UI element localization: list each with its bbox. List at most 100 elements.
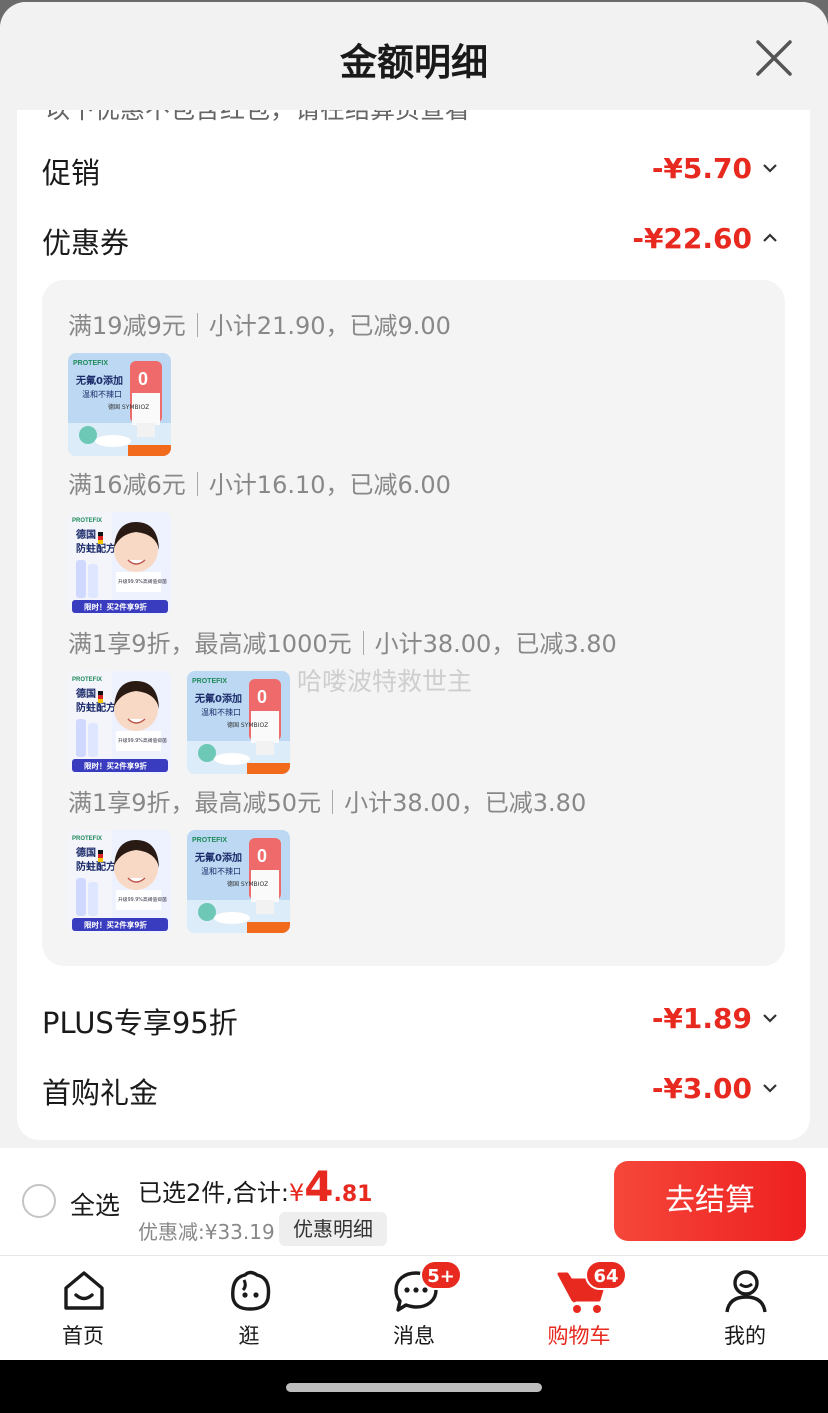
amount-detail-sheet: 金额明细 以下优惠不包含红包，请在结算页查看 促销 -¥5.70 优惠券 -¥2… <box>0 2 828 1258</box>
svg-text:PROTEFIX: PROTEFIX <box>72 836 102 842</box>
product-thumb-kids[interactable]: PROTEFIX 德国 防蛀配方 升级99.9%高阀值抑菌 限时！买2件享9折 <box>68 830 171 933</box>
svg-text:防蛀配方: 防蛀配方 <box>76 701 116 714</box>
svg-text:无氟0添加: 无氟0添加 <box>75 374 123 387</box>
coupon-detail: 小计21.90，已减9.00 <box>208 312 451 340</box>
plus-discount-row[interactable]: PLUS专享95折 -¥1.89 <box>17 988 810 1048</box>
select-all-radio[interactable] <box>22 1184 56 1218</box>
select-all-label[interactable]: 全选 <box>70 1186 120 1222</box>
coupon-line: 满19减9元 小计21.90，已减9.00 <box>68 306 451 341</box>
coupon-detail: 小计38.00，已减3.80 <box>344 789 587 817</box>
svg-text:PROTEFIX: PROTEFIX <box>192 837 227 844</box>
discount-total: 优惠减:¥33.19 <box>138 1220 275 1244</box>
divider <box>196 313 198 337</box>
detail-card: 以下优惠不包含红包，请在结算页查看 促销 -¥5.70 优惠券 -¥22.60 … <box>17 62 810 1140</box>
svg-text:0: 0 <box>257 687 267 707</box>
promotion-amount: -¥5.70 <box>651 152 752 185</box>
plus-discount-label: PLUS专享95折 <box>42 1006 238 1040</box>
product-thumb-toothpaste[interactable]: PROTEFIX 无氟0添加 温和不辣口 0 德国 SYMBIOZ <box>68 353 171 456</box>
tab-profile[interactable]: 我的 <box>685 1256 805 1361</box>
coupon-line: 满16减6元 小计16.10，已减6.00 <box>68 465 451 500</box>
tab-messages[interactable]: 5+ 消息 <box>354 1256 474 1361</box>
total-integer: 4 <box>304 1162 334 1211</box>
svg-text:防蛀配方: 防蛀配方 <box>76 860 116 873</box>
checkout-bar: 全选 已选2件,合计:¥4.81 优惠减:¥33.19 优惠明细 去结算 <box>0 1148 828 1255</box>
coupon-amount: -¥22.60 <box>632 222 752 255</box>
coupon-detail: 小计38.00，已减3.80 <box>374 630 617 658</box>
total-decimal: .81 <box>333 1182 373 1207</box>
close-icon <box>756 40 792 76</box>
svg-text:升级99.9%高阀值抑菌: 升级99.9%高阀值抑菌 <box>118 737 167 744</box>
svg-text:PROTEFIX: PROTEFIX <box>72 677 102 683</box>
tab-home-label: 首页 <box>62 1324 104 1348</box>
svg-text:德国 SYMBIOZ: 德国 SYMBIOZ <box>227 880 268 888</box>
svg-text:温和不辣口: 温和不辣口 <box>201 866 241 876</box>
svg-text:限时！买2件享9折: 限时！买2件享9折 <box>84 920 147 930</box>
watermark: 哈喽波特救世主 <box>297 667 473 696</box>
product-thumb-toothpaste[interactable]: PROTEFIX 无氟0添加 温和不辣口 0 德国 SYMBIOZ <box>187 830 290 933</box>
chevron-up-icon <box>763 233 777 242</box>
first-purchase-amount: -¥3.00 <box>651 1072 752 1105</box>
svg-text:限时！买2件享9折: 限时！买2件享9折 <box>84 761 147 771</box>
divider <box>332 790 334 814</box>
promotion-label: 促销 <box>42 156 101 190</box>
message-badge: 5+ <box>420 1260 462 1290</box>
coupon-row[interactable]: 优惠券 -¥22.60 <box>17 208 810 268</box>
product-thumb-kids[interactable]: PROTEFIX 德国 防蛀配方 升级99.9%高阀值抑菌 限时！买2件享9折 <box>68 512 171 615</box>
total-summary: 已选2件,合计:¥4.81 <box>138 1162 372 1211</box>
svg-text:防蛀配方: 防蛀配方 <box>76 542 116 555</box>
tab-profile-label: 我的 <box>724 1324 766 1348</box>
svg-text:PROTEFIX: PROTEFIX <box>73 360 108 367</box>
svg-text:德国: 德国 <box>75 846 96 859</box>
product-thumb-kids[interactable]: PROTEFIX 德国 防蛀配方 升级99.9%高阀值抑菌 限时！买2件享9折 <box>68 671 171 774</box>
first-purchase-label: 首购礼金 <box>42 1076 159 1110</box>
bottom-tab-bar: 首页 逛 5+ 消息 64 购物车 我的 <box>0 1255 828 1360</box>
tab-home[interactable]: 首页 <box>23 1256 143 1361</box>
svg-text:无氟0添加: 无氟0添加 <box>194 692 242 705</box>
discount-detail-button[interactable]: 优惠明细 <box>279 1212 387 1246</box>
coupon-rule: 满19减9元 <box>68 312 186 340</box>
coupon-line: 满1享9折，最高减50元 小计38.00，已减3.80 <box>68 783 586 818</box>
browse-face-icon <box>231 1270 271 1311</box>
svg-text:0: 0 <box>257 846 267 866</box>
svg-text:德国 SYMBIOZ: 德国 SYMBIOZ <box>227 721 268 729</box>
tab-browse-label: 逛 <box>238 1324 260 1348</box>
tab-cart-label: 购物车 <box>547 1324 611 1348</box>
coupon-label: 优惠券 <box>42 226 130 260</box>
svg-text:0: 0 <box>138 369 148 389</box>
coupon-breakdown: 满19减9元 小计21.90，已减9.00 PROTEFIX 无氟0添加 温和不辣… <box>42 280 785 966</box>
plus-discount-amount: -¥1.89 <box>651 1002 752 1035</box>
svg-text:PROTEFIX: PROTEFIX <box>72 518 102 524</box>
coupon-detail: 小计16.10，已减6.00 <box>208 471 451 499</box>
svg-text:温和不辣口: 温和不辣口 <box>201 707 241 717</box>
svg-text:德国: 德国 <box>75 528 96 541</box>
profile-icon <box>725 1270 767 1313</box>
divider <box>362 631 364 655</box>
divider <box>196 472 198 496</box>
tab-browse[interactable]: 逛 <box>189 1256 309 1361</box>
sheet-header: 金额明细 <box>0 2 828 110</box>
coupon-rule: 满1享9折，最高减1000元 <box>68 630 352 658</box>
coupon-rule: 满16减6元 <box>68 471 186 499</box>
tab-messages-label: 消息 <box>393 1324 435 1348</box>
home-icon <box>64 1271 104 1310</box>
svg-text:限时！买2件享9折: 限时！买2件享9折 <box>84 602 147 612</box>
close-button[interactable] <box>750 34 798 82</box>
product-thumb-toothpaste[interactable]: PROTEFIX 无氟0添加 温和不辣口 0 德国 SYMBIOZ <box>187 671 290 774</box>
coupon-line: 满1享9折，最高减1000元 小计38.00，已减3.80 <box>68 624 617 659</box>
svg-text:PROTEFIX: PROTEFIX <box>192 678 227 685</box>
svg-text:升级99.9%高阀值抑菌: 升级99.9%高阀值抑菌 <box>118 896 167 903</box>
summary-prefix: 已选2件,合计: <box>138 1179 289 1207</box>
sheet-title: 金额明细 <box>340 41 488 84</box>
chevron-down-icon <box>763 164 777 173</box>
cart-badge: 64 <box>585 1260 627 1290</box>
chevron-down-icon <box>763 1084 777 1093</box>
checkout-button[interactable]: 去结算 <box>614 1161 806 1241</box>
promotion-row[interactable]: 促销 -¥5.70 <box>17 138 810 198</box>
svg-text:德国 SYMBIOZ: 德国 SYMBIOZ <box>108 403 149 411</box>
svg-text:德国: 德国 <box>75 687 96 700</box>
currency-symbol: ¥ <box>288 1179 305 1207</box>
svg-text:升级99.9%高阀值抑菌: 升级99.9%高阀值抑菌 <box>118 578 167 585</box>
first-purchase-row[interactable]: 首购礼金 -¥3.00 <box>17 1058 810 1118</box>
tab-cart[interactable]: 64 购物车 <box>519 1256 639 1361</box>
svg-text:温和不辣口: 温和不辣口 <box>82 389 122 399</box>
